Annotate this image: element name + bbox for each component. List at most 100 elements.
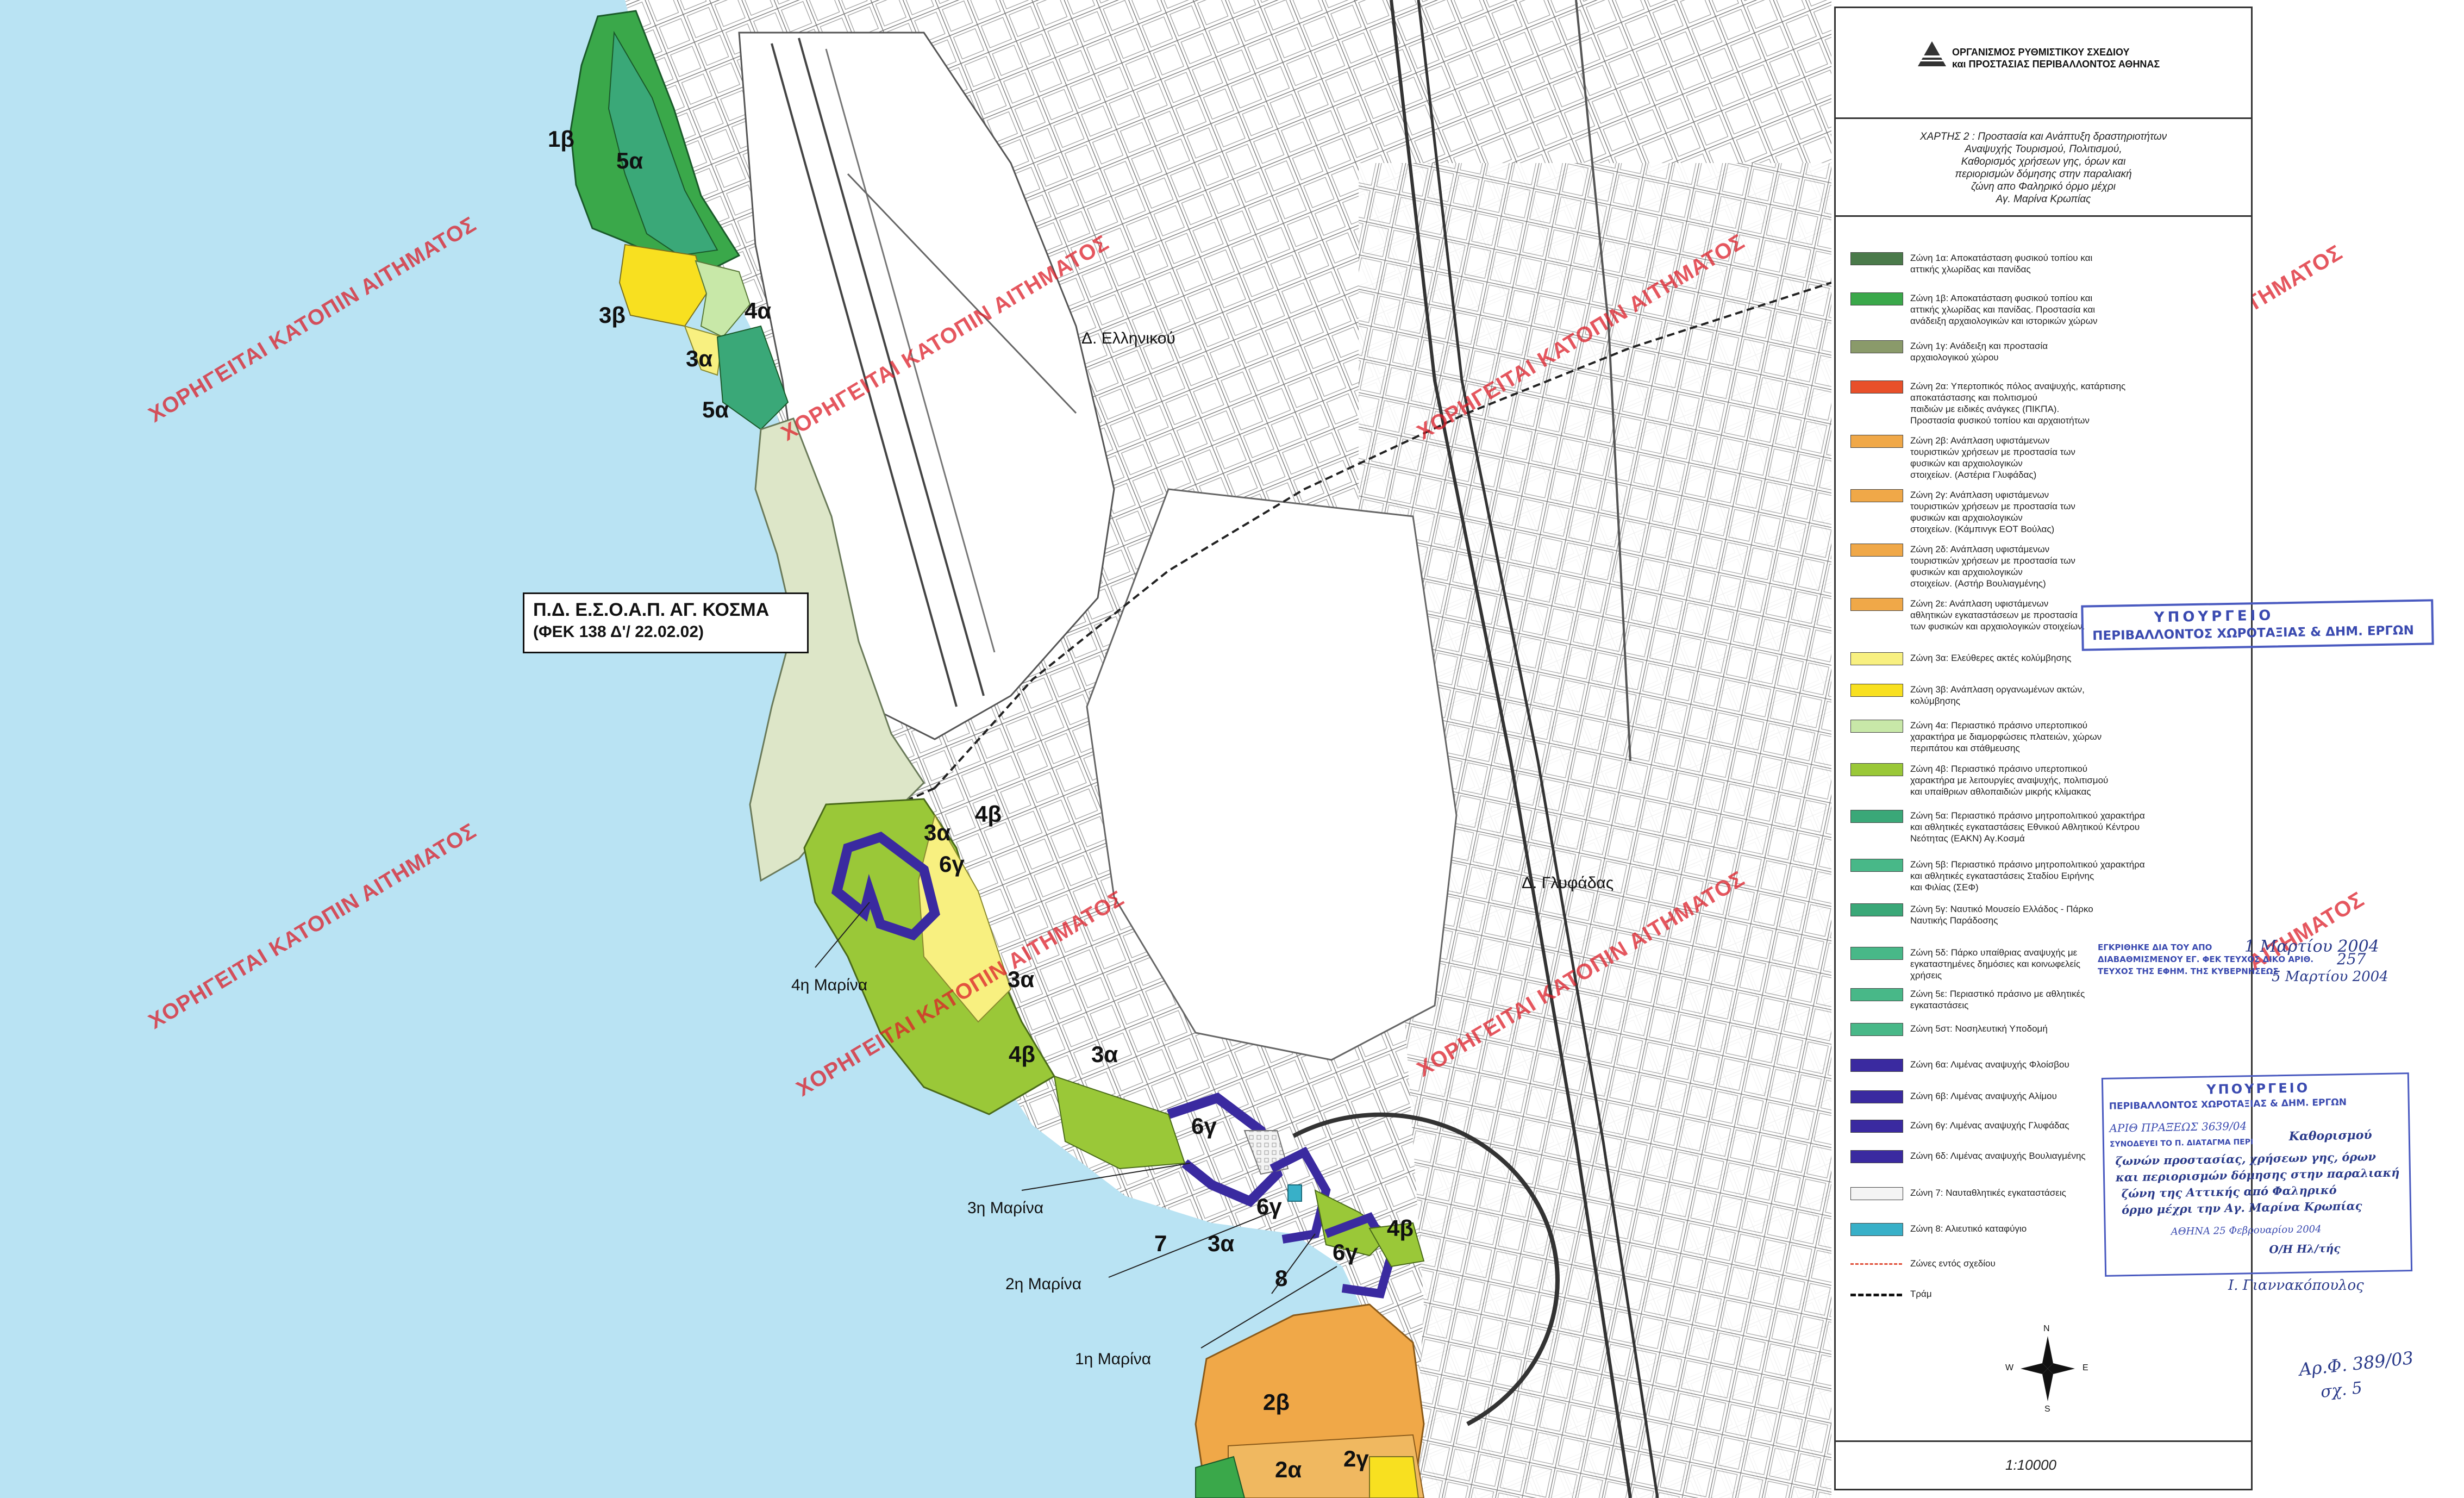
legend-label-line: στοιχείων. (Αστήρ Βουλιαγμένης) xyxy=(1910,578,2046,589)
legend-label-line: Νεότητας (ΕΑΚΝ) Αγ.Κοσμά xyxy=(1910,833,2025,844)
zone-label: 6γ xyxy=(1333,1239,1358,1265)
legend-swatch xyxy=(1850,380,1903,394)
zone-label: 1β xyxy=(548,126,574,152)
zone-label: 3α xyxy=(924,820,951,845)
marina-label: 2η Μαρίνα xyxy=(1005,1275,1082,1293)
approval-line: ΕΓΚΡΙΘΗΚΕ ΔΙΑ ΤΟΥ ΑΠΟ xyxy=(2098,943,2212,952)
stamp-athens-date: ΑΘΗΝΑ 25 Φεβρουαρίου 2004 xyxy=(2171,1223,2322,1238)
zone-label: 2γ xyxy=(1343,1446,1369,1471)
legend-label: Ζώνη 4α: Περιαστικό πράσινο υπερτοπικού χ… xyxy=(1910,720,2236,754)
legend-label-line: Προστασία φυσικού τοπίου και αρχαιοτήτων xyxy=(1910,415,2090,426)
zone-label: 6γ xyxy=(1256,1194,1282,1219)
stamp-ministry-line1: ΥΠΟΥΡΓΕΙΟ xyxy=(2154,607,2274,626)
legend-label-line: φυσικών και αρχαιολογικών xyxy=(1910,513,2023,523)
marina-label: 4η Μαρίνα xyxy=(791,976,868,994)
legend-label-line: αποκατάστασης και πολιτισμού xyxy=(1910,392,2037,403)
legend-label-line: Ζώνη 2β: Ανάπλαση υφιστάμενων xyxy=(1910,435,2050,446)
stamp-signer-role: Ο/Η Ηλ/τής xyxy=(2269,1241,2341,1256)
legend-label-line: Ζώνη 4β: Περιαστικό πράσινο υπερτοπικού xyxy=(1910,764,2088,774)
legend-swatch xyxy=(1850,1294,1902,1296)
marina-label: 1η Μαρίνα xyxy=(1075,1350,1152,1368)
legend-label-line: Ζώνη 2α: Υπερτοπικός πόλος αναψυχής, κατ… xyxy=(1910,381,2126,391)
map-title-line: Αγ. Μαρίνα Κρωπίας xyxy=(1996,194,2091,205)
stamp-handwriting: και περιορισμών δόμησης στην παραλιακή xyxy=(2115,1165,2400,1184)
ministry-stamp-2: ΥΠΟΥΡΓΕΙΟ ΠΕΡΙΒΑΛΛΟΝΤΟΣ ΧΩΡΟΤΑΞΙΑΣ & ΔΗΜ… xyxy=(2101,1072,2413,1277)
legend-swatch xyxy=(1850,1090,1903,1103)
legend-swatch xyxy=(1850,1023,1903,1036)
legend-swatch xyxy=(1850,988,1903,1001)
pd-box-line1: Π.Δ. Ε.Σ.Ο.Α.Π. ΑΓ. ΚΟΣΜΑ xyxy=(533,600,770,620)
land-use-map xyxy=(0,0,1831,1498)
margin-note-sheet: σχ. 5 xyxy=(2319,1378,2363,1402)
org-name-line1: ΟΡΓΑΝΙΣΜΟΣ ΡΥΘΜΙΣΤΙΚΟΥ ΣΧΕΔΙΟΥ xyxy=(1952,47,2130,58)
legend-swatch xyxy=(1850,252,1903,265)
zone-label: 3β xyxy=(599,302,626,328)
divider xyxy=(1836,117,2251,119)
zone-label: 8 xyxy=(1275,1265,1288,1291)
legend-label-line: Ζώνη 2γ: Ανάπλαση υφιστάμενων xyxy=(1910,490,2049,500)
ministry-stamp: ΥΠΟΥΡΓΕΙΟ ΠΕΡΙΒΑΛΛΟΝΤΟΣ ΧΩΡΟΤΑΞΙΑΣ & ΔΗΜ… xyxy=(2081,599,2434,651)
map-title-line: Καθορισμός χρήσεων γης, όρων και xyxy=(1961,156,2126,167)
legend-swatch xyxy=(1850,1150,1903,1163)
map-title-line: ζώνη απο Φαληρικό όρμο μέχρι xyxy=(1971,181,2116,192)
legend-label: Ζώνη 2β: Ανάπλαση υφιστάμενων τουριστικών… xyxy=(1910,435,2236,480)
north-arrow-icon xyxy=(2021,1336,2075,1401)
stamp-handwriting: Καθορισμού xyxy=(2288,1128,2372,1144)
legend-label-line: Ζώνη 4α: Περιαστικό πράσινο υπερτοπικού xyxy=(1910,720,2088,731)
legend-label-line: αττικής χλωρίδας και πανίδας xyxy=(1910,264,2031,274)
map-title: ΧΑΡΤΗΣ 2 : Προστασία και Ανάπτυξη δραστη… xyxy=(1875,130,2212,205)
legend-label-line: παιδιών με ειδικές ανάγκες (ΠΙΚΠΑ). xyxy=(1910,404,2060,414)
legend-swatch xyxy=(1850,720,1903,733)
legend-label-line: αττικής χλωρίδας και πανίδας. Προστασία … xyxy=(1910,304,2096,315)
approval-stamp: ΕΓΚΡΙΘΗΚΕ ΔΙΑ ΤΟΥ ΑΠΟ 1 Μαρτίου 2004 ΔΙΑ… xyxy=(2098,937,2464,1016)
legend-label-line: Ζώνη 3α: Ελεύθερες ακτές κολύμβησης xyxy=(1910,653,2072,663)
legend-label-line: Ζώνη 6α: Λιμένας αναψυχής Φλοίσβου xyxy=(1910,1059,2069,1070)
zone-label: 3α xyxy=(686,346,713,371)
legend-label: Ζώνη 5β: Περιαστικό πράσινο μητροπολιτικ… xyxy=(1910,859,2236,893)
legend-label-line: Ζώνη 5β: Περιαστικό πράσινο μητροπολιτικ… xyxy=(1910,859,2145,870)
zone-label: 2β xyxy=(1263,1389,1290,1415)
compass-s: S xyxy=(2044,1405,2050,1414)
legend-label-line: Τράμ xyxy=(1910,1289,1932,1299)
margin-note-file-no: Αρ.Φ. 389/03 xyxy=(2298,1347,2415,1380)
legend-swatch xyxy=(1850,763,1903,776)
legend-label: Ζώνη 2δ: Ανάπλαση υφιστάμενων τουριστικών… xyxy=(1910,544,2236,589)
compass-e: E xyxy=(2082,1363,2088,1372)
zone-label: 5α xyxy=(616,148,643,173)
legend-label: Ζώνη 3β: Ανάπλαση οργανωμένων ακτών, κολύ… xyxy=(1910,684,2236,707)
stamp-ministry-line2: ΠΕΡΙΒΑΛΛΟΝΤΟΣ ΧΩΡΟΤΑΞΙΑΣ & ΔΗΜ. ΕΡΓΩΝ xyxy=(2109,1097,2347,1112)
zone-label: 2α xyxy=(1275,1457,1302,1482)
legend-label-line: στοιχείων. (Αστέρια Γλυφάδας) xyxy=(1910,470,2037,480)
stamp-ministry-line1: ΥΠΟΥΡΓΕΙΟ xyxy=(2206,1080,2310,1097)
map-scale: 1:10000 xyxy=(2005,1457,2056,1473)
pd-box-line2: (ΦΕΚ 138 Δ'/ 22.02.02) xyxy=(533,623,704,641)
zone-label: 5α xyxy=(702,397,729,422)
map-title-line: Αναψυχής Τουρισμού, Πολιτισμού, xyxy=(1965,143,2122,155)
zone-label: 3α xyxy=(1208,1231,1235,1256)
legend-label-line: φυσικών και αρχαιολογικών xyxy=(1910,458,2023,469)
legend-label-line: τουριστικών χρήσεων με προστασία των xyxy=(1910,447,2075,457)
legend-label-line: στοιχείων. (Κάμπινγκ ΕΟΤ Βούλας) xyxy=(1910,524,2055,534)
legend-swatch xyxy=(1850,1187,1903,1200)
legend-label-line: φυσικών και αρχαιολογικών xyxy=(1910,567,2023,577)
legend-label-line: Ζώνη 1α: Αποκατάσταση φυσικού τοπίου και xyxy=(1910,253,2093,263)
zone-label: 3α xyxy=(1091,1041,1118,1067)
legend-label: Ζώνη 1α: Αποκατάσταση φυσικού τοπίου και… xyxy=(1910,252,2236,275)
stamp-ministry-line2: ΠΕΡΙΒΑΛΛΟΝΤΟΣ ΧΩΡΟΤΑΞΙΑΣ & ΔΗΜ. ΕΡΓΩΝ xyxy=(2092,623,2415,644)
legend-label: Ζώνη 1β: Αποκατάσταση φυσικού τοπίου και… xyxy=(1910,292,2236,327)
legend-label: Ζώνη 5γ: Ναυτικό Μουσείο Ελλάδος - Πάρκο… xyxy=(1910,903,2236,926)
legend-swatch xyxy=(1850,340,1903,353)
legend-label-line: και υπαίθριων αθλοπαιδιών μικρής κλίμακα… xyxy=(1910,787,2091,797)
legend-swatch xyxy=(1850,947,1903,960)
legend-label: Τράμ xyxy=(1910,1288,2236,1300)
pd-esoap-box: Π.Δ. Ε.Σ.Ο.Α.Π. ΑΓ. ΚΟΣΜΑ (ΦΕΚ 138 Δ'/ 2… xyxy=(523,592,809,653)
legend-swatch xyxy=(1850,684,1903,697)
legend-swatch xyxy=(1850,652,1903,665)
approval-line: ΤΕΥΧΟΣ ΤΗΣ ΕΦΗΜ. ΤΗΣ ΚΥΒΕΡΝΗΣΕΩΣ xyxy=(2098,966,2279,976)
legend-label-line: Ζώνη 1γ: Ανάδειξη και προστασία xyxy=(1910,341,2048,351)
legend-label-line: χαρακτήρα με διαμορφώσεις πλατειών, χώρω… xyxy=(1910,732,2102,742)
legend-label-line: Ζώνη 5α: Περιαστικό πράσινο μητροπολιτικ… xyxy=(1910,810,2145,821)
org-name-line2: και ΠΡΟΣΤΑΣΙΑΣ ΠΕΡΙΒΑΛΛΟΝΤΟΣ ΑΘΗΝΑΣ xyxy=(1952,59,2160,70)
legend-label-line: κολύμβησης xyxy=(1910,696,1960,706)
legend-swatch xyxy=(1850,810,1903,823)
